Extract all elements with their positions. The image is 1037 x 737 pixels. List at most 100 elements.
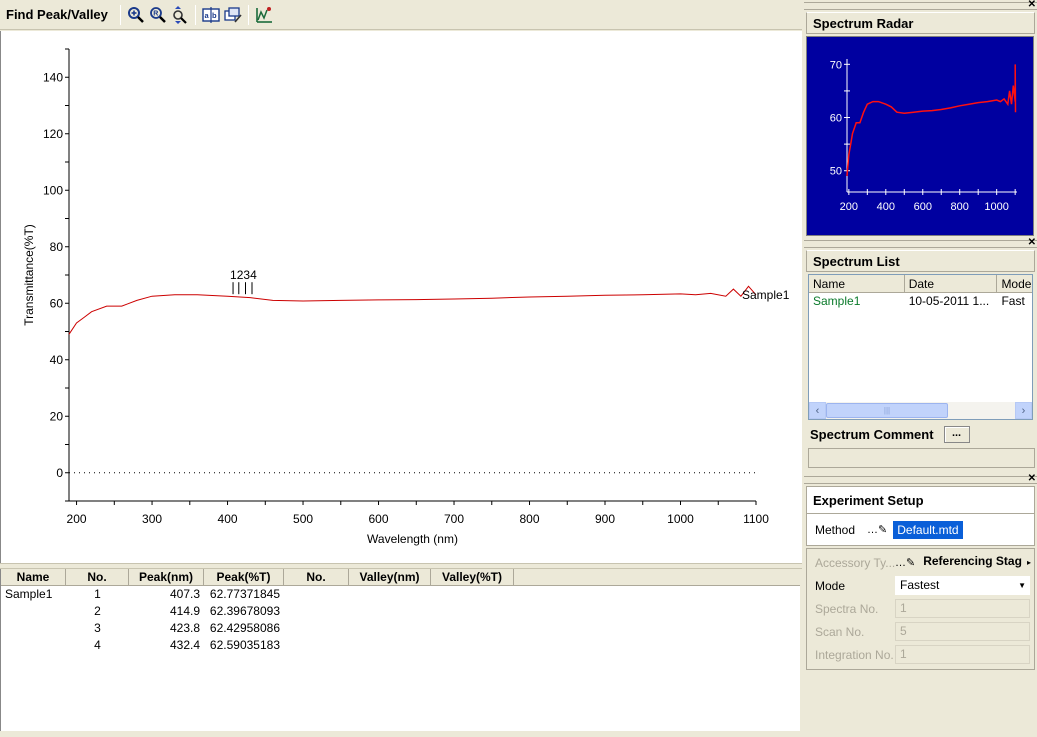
spectrum-radar-plot[interactable]: 50 60 70 200 400 600 800 1000	[806, 36, 1034, 236]
toolbar-separator	[119, 4, 121, 25]
list-header: Name Date Mode	[809, 275, 1032, 293]
cell-peak-nm: 423.8	[169, 621, 200, 635]
table-header: Name No. Peak(nm) Peak(%T) No. Valley(nm…	[1, 569, 800, 586]
list-item[interactable]: Sample1 10-05-2011 1... Fast	[809, 293, 1032, 310]
radar-x-tick-label: 600	[914, 201, 932, 213]
mode-select[interactable]: Fastest ▼	[895, 576, 1030, 595]
spectrum-comment-label: Spectrum Comment	[810, 426, 934, 442]
spectrum-comment-row: Spectrum Comment ...	[804, 422, 1037, 446]
x-tick-label: 900	[595, 512, 615, 526]
copy-edit-button[interactable]	[222, 4, 244, 26]
table-row[interactable]: 3 423.8 62.42958086	[1, 620, 800, 637]
method-value[interactable]: Default.mtd	[893, 520, 963, 539]
spectrum-radar-title: Spectrum Radar	[806, 12, 1035, 34]
column-header-valley-nm[interactable]: Valley(nm)	[349, 569, 431, 585]
cell-valley-no	[284, 620, 349, 637]
column-header-valley-t[interactable]: Valley(%T)	[431, 569, 514, 585]
chevron-down-icon[interactable]: ▼	[1018, 577, 1026, 594]
toolbar-title: Find Peak/Valley	[6, 7, 108, 22]
cell-peak-no: 3	[94, 621, 101, 635]
main-pane: Find Peak/Valley R ab 0 20 40 60 80 100 120 1 4	[0, 0, 802, 737]
horizontal-scrollbar[interactable]: ‹ ||| ›	[809, 402, 1032, 419]
mode-value: Fastest	[900, 578, 940, 592]
svg-text:b: b	[212, 11, 217, 20]
x-tick-label: 600	[369, 512, 389, 526]
list-item-date: 10-05-2011 1...	[908, 294, 990, 308]
column-header-peak-no[interactable]: No.	[66, 569, 129, 585]
accessory-label: Accessory Ty...	[815, 555, 895, 570]
panel-grip[interactable]: ✕	[804, 473, 1037, 484]
cell-valley-nm	[349, 603, 431, 620]
cell-name	[1, 637, 66, 654]
radar-x-tick-label: 400	[877, 201, 895, 213]
spectrum-comment-field[interactable]	[808, 448, 1035, 468]
cell-valley-t	[431, 603, 514, 620]
chevron-right-icon[interactable]: ▸	[1027, 558, 1031, 567]
cell-peak-nm: 407.3	[169, 587, 200, 601]
y-tick-label: 40	[50, 353, 64, 367]
y-tick-label: 80	[50, 240, 64, 254]
side-panel: ✕ Spectrum Radar 50 60 70 200 400 600 800 1000 …	[804, 0, 1037, 737]
zoom-reset-icon: R	[149, 6, 166, 23]
radar-x-tick-label: 200	[840, 201, 858, 213]
toolbar-separator	[247, 4, 249, 25]
close-icon[interactable]: ✕	[1028, 237, 1036, 248]
close-icon[interactable]: ✕	[1028, 473, 1036, 484]
close-icon[interactable]: ✕	[1028, 0, 1036, 10]
integration-label: Integration No.	[815, 647, 894, 662]
cell-name	[1, 620, 66, 637]
y-tick-label: 120	[43, 127, 63, 141]
spectrum-chart[interactable]: 0 20 40 60 80 100 120 140 200 300 400 500 600 700 800…	[0, 31, 802, 563]
svg-text:R: R	[153, 10, 158, 17]
cell-peak-nm: 432.4	[169, 638, 200, 652]
panel-grip[interactable]: ✕	[804, 237, 1037, 248]
pencil-icon[interactable]: …✎	[895, 556, 915, 569]
column-header-name[interactable]: Name	[1, 569, 66, 585]
zoom-reset-button[interactable]: R	[147, 4, 169, 26]
table-row[interactable]: 4 432.4 62.59035183	[1, 637, 800, 654]
scroll-thumb[interactable]: |||	[826, 403, 948, 418]
x-tick-label: 400	[218, 512, 238, 526]
peak-settings-button[interactable]	[253, 4, 275, 26]
scan-label: Scan No.	[815, 624, 865, 639]
zoom-vertical-button[interactable]	[169, 4, 191, 26]
radar-y-tick-label: 60	[830, 113, 842, 125]
pencil-icon[interactable]: …✎	[867, 523, 887, 536]
x-tick-label: 800	[520, 512, 540, 526]
list-column-date[interactable]: Date	[905, 275, 998, 292]
mode-label: Mode	[815, 578, 846, 593]
table-row[interactable]: Sample1 1 407.3 62.77371845	[1, 586, 800, 603]
column-header-peak-t[interactable]: Peak(%T)	[204, 569, 284, 585]
cell-peak-no: 2	[94, 604, 101, 618]
zoom-in-button[interactable]	[125, 4, 147, 26]
table-row[interactable]: 2 414.9 62.39678093	[1, 603, 800, 620]
label-button[interactable]: ab	[200, 4, 222, 26]
list-column-mode[interactable]: Mode	[997, 275, 1032, 292]
cell-valley-t	[431, 620, 514, 637]
integration-field[interactable]: 1	[895, 645, 1030, 664]
cell-peak-t: 62.59035183	[209, 638, 280, 652]
scan-field[interactable]: 5	[895, 622, 1030, 641]
cell-valley-t	[431, 637, 514, 654]
cell-name	[1, 603, 66, 620]
cell-valley-t	[431, 586, 514, 603]
accessory-row: Accessory Ty... …✎ Referencing Stag ▸	[807, 551, 1034, 574]
radar-y-tick-label: 70	[830, 59, 842, 71]
cell-valley-nm	[349, 637, 431, 654]
x-tick-label: 200	[67, 512, 87, 526]
scroll-right-button[interactable]: ›	[1015, 402, 1032, 419]
label-ab-icon: ab	[202, 6, 220, 23]
scroll-left-button[interactable]: ‹	[809, 402, 826, 419]
spectra-field[interactable]: 1	[895, 599, 1030, 618]
list-column-name[interactable]: Name	[809, 275, 905, 292]
mode-row: Mode Fastest ▼	[807, 574, 1034, 597]
panel-grip[interactable]: ✕	[804, 0, 1037, 10]
accessory-value[interactable]: Referencing Stag	[919, 553, 1023, 572]
cell-peak-t: 62.77371845	[209, 587, 280, 601]
cell-peak-no: 4	[94, 638, 101, 652]
method-row: Method …✎ Default.mtd	[806, 514, 1035, 546]
comment-edit-button[interactable]: ...	[943, 425, 970, 443]
column-header-valley-no[interactable]: No.	[284, 569, 349, 585]
column-header-peak-nm[interactable]: Peak(nm)	[129, 569, 204, 585]
x-tick-label: 500	[293, 512, 313, 526]
